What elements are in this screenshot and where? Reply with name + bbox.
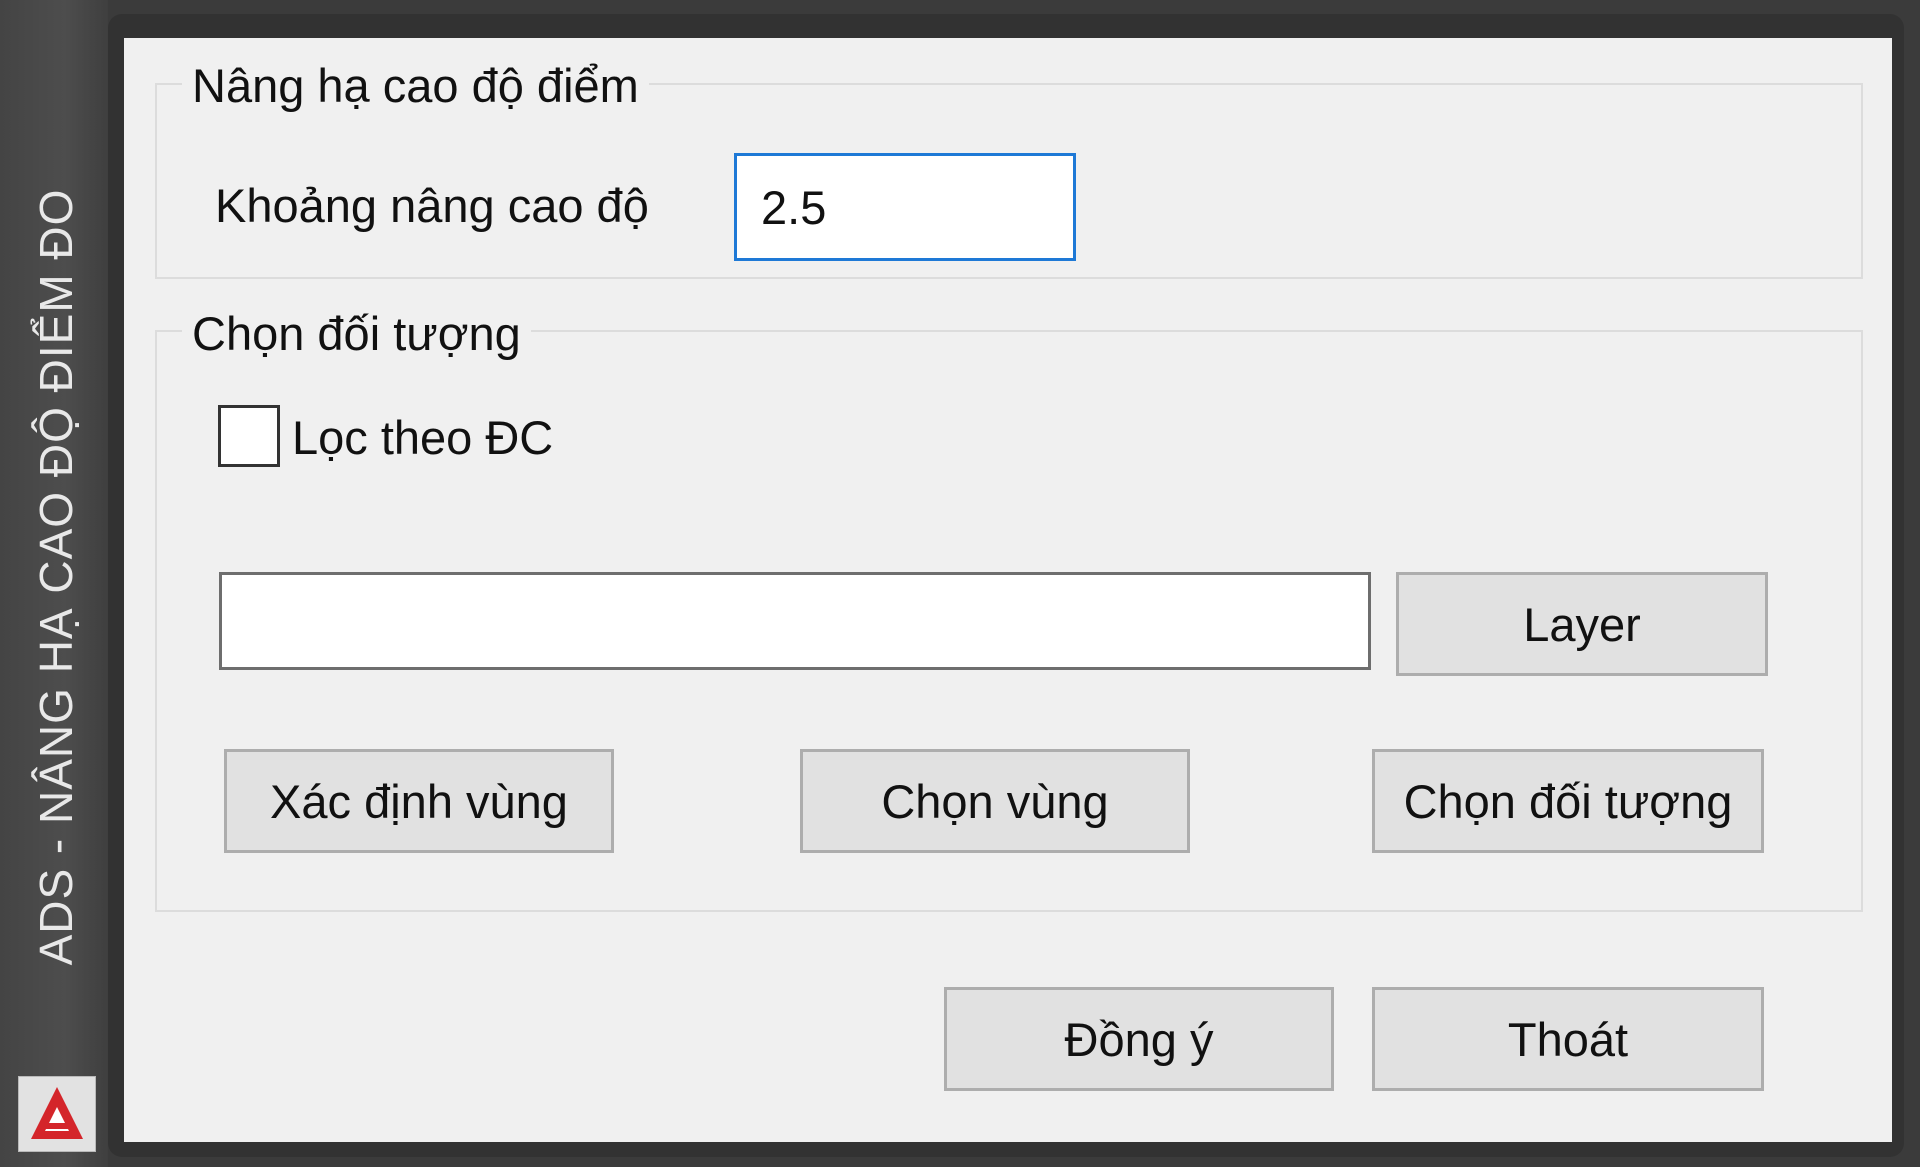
layer-input[interactable]: [219, 572, 1371, 670]
elevation-offset-input[interactable]: [734, 153, 1076, 261]
window-title: ADS - NÂNG HẠ CAO ĐỘ ĐIỂM ĐO: [30, 188, 82, 966]
filter-by-dc-checkbox[interactable]: [218, 405, 280, 467]
ok-button[interactable]: Đồng ý: [944, 987, 1334, 1091]
select-object-button[interactable]: Chọn đối tượng: [1372, 749, 1764, 853]
autocad-icon[interactable]: [18, 1076, 96, 1152]
object-selection-group-legend: Chọn đối tượng: [182, 306, 531, 362]
define-region-button[interactable]: Xác định vùng: [224, 749, 614, 853]
select-region-button[interactable]: Chọn vùng: [800, 749, 1190, 853]
elevation-offset-label: Khoảng nâng cao độ: [215, 179, 649, 232]
layer-button[interactable]: Layer: [1396, 572, 1768, 676]
exit-button[interactable]: Thoát: [1372, 987, 1764, 1091]
filter-by-dc-label[interactable]: Lọc theo ĐC: [292, 410, 553, 466]
vertical-title-bar[interactable]: ADS - NÂNG HẠ CAO ĐỘ ĐIỂM ĐO: [0, 0, 108, 1167]
elevation-group-legend: Nâng hạ cao độ điểm: [182, 58, 649, 114]
